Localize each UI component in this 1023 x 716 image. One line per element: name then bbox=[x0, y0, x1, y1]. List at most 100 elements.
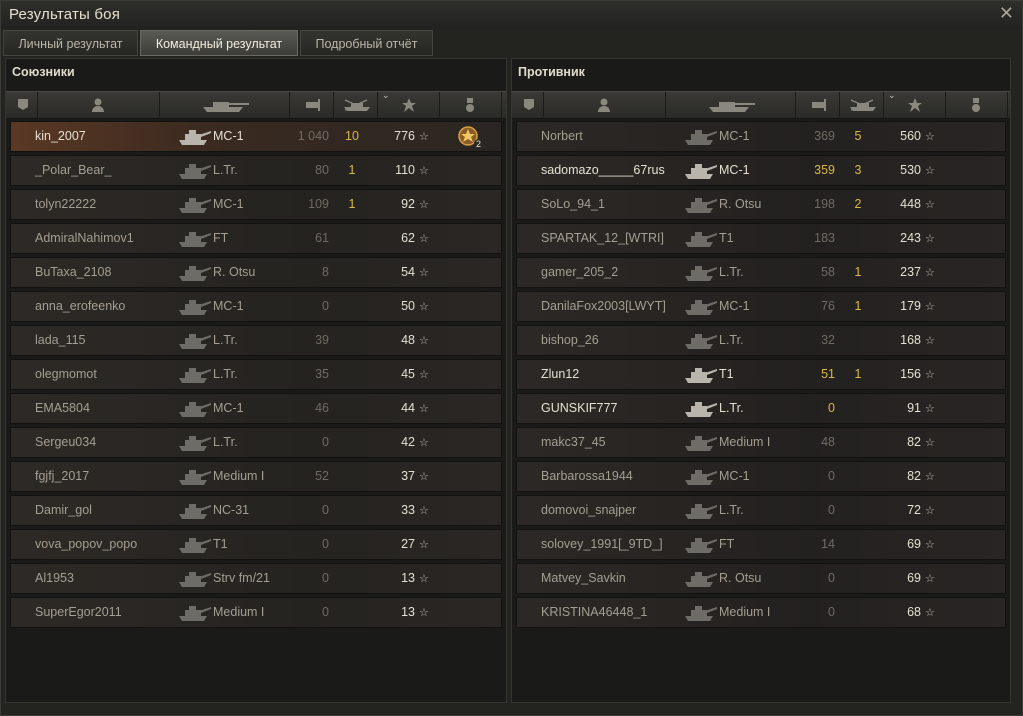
player-row[interactable]: gamer_205_2 L.Tr. 58 1 237 ☆ bbox=[516, 257, 1006, 288]
title-bar: Результаты боя ✕ bbox=[1, 1, 1022, 29]
tank-silhouette-icon bbox=[681, 329, 721, 358]
tank-name: L.Tr. bbox=[719, 503, 744, 517]
tank-name: MC-1 bbox=[213, 299, 244, 313]
damage-value: 51 bbox=[821, 367, 835, 381]
player-row[interactable]: DanilaFox2003[LWYT] MC-1 76 1 179 ☆ bbox=[516, 291, 1006, 322]
header-medal[interactable] bbox=[440, 92, 502, 118]
player-name: Norbert bbox=[541, 129, 583, 143]
player-row[interactable]: olegmomot L.Tr. 35 45 ☆ bbox=[10, 359, 502, 390]
xp-value: 62 bbox=[401, 231, 415, 245]
player-row[interactable]: SPARTAK_12_[WTRI] T1 183 243 ☆ bbox=[516, 223, 1006, 254]
player-row[interactable]: Sergeu034 L.Tr. 0 42 ☆ bbox=[10, 427, 502, 458]
xp-value: 110 bbox=[395, 163, 415, 177]
kills-value: 1 bbox=[854, 265, 862, 279]
player-row[interactable]: AdmiralNahimov1 FT 61 62 ☆ bbox=[10, 223, 502, 254]
header-tank[interactable] bbox=[666, 92, 796, 118]
header-xp[interactable]: ⌄ bbox=[378, 90, 440, 118]
player-row[interactable]: kin_2007 MC-1 1 040 10 776 ☆ 2 bbox=[10, 121, 502, 152]
star-icon: ☆ bbox=[419, 232, 429, 245]
header-kills[interactable] bbox=[840, 92, 884, 118]
tab-team-result[interactable]: Командный результат bbox=[140, 30, 298, 56]
xp-value: 72 bbox=[907, 503, 921, 517]
xp-value: 42 bbox=[401, 435, 415, 449]
tank-silhouette-icon bbox=[175, 227, 215, 256]
player-row[interactable]: BuTaxa_2108 R. Otsu 8 54 ☆ bbox=[10, 257, 502, 288]
xp-value: 54 bbox=[401, 265, 415, 279]
tank-name: MC-1 bbox=[213, 197, 244, 211]
player-row[interactable]: Zlun12 T1 51 1 156 ☆ bbox=[516, 359, 1006, 390]
player-name: solovey_1991[_9TD_] bbox=[541, 537, 663, 551]
tank-silhouette-icon bbox=[175, 601, 215, 630]
tank-silhouette-icon bbox=[175, 499, 215, 528]
kills-value bbox=[337, 530, 367, 559]
player-row[interactable]: _Polar_Bear_ L.Tr. 80 1 110 ☆ bbox=[10, 155, 502, 186]
player-name: GUNSKIF777 bbox=[541, 401, 618, 415]
player-row[interactable]: Barbarossa1944 MC-1 0 82 ☆ bbox=[516, 461, 1006, 492]
close-icon[interactable]: ✕ bbox=[999, 4, 1014, 24]
kills-value bbox=[337, 360, 367, 389]
tank-name: FT bbox=[719, 537, 735, 551]
enemies-panel: Противник ⌄ Norbert MC-1 369 5 560 ☆ sadomazo__… bbox=[511, 58, 1011, 703]
tank-name: T1 bbox=[719, 231, 734, 245]
player-row[interactable]: SuperEgor2011 Medium I 0 13 ☆ bbox=[10, 597, 502, 628]
header-squad[interactable] bbox=[516, 92, 544, 118]
medal-badge-icon[interactable]: 2 bbox=[457, 125, 483, 150]
player-row[interactable]: Al1953 Strv fm/21 0 13 ☆ bbox=[10, 563, 502, 594]
tank-silhouette-icon bbox=[175, 567, 215, 596]
tank-name: R. Otsu bbox=[719, 197, 762, 211]
player-row[interactable]: makc37_45 Medium I 48 82 ☆ bbox=[516, 427, 1006, 458]
damage-value: 8 bbox=[322, 265, 329, 279]
header-player[interactable] bbox=[38, 92, 160, 118]
star-icon: ☆ bbox=[419, 606, 429, 619]
player-row[interactable]: tolyn22222 MC-1 109 1 92 ☆ bbox=[10, 189, 502, 220]
tank-name: MC-1 bbox=[719, 163, 750, 177]
header-player[interactable] bbox=[544, 92, 666, 118]
player-row[interactable]: SoLo_94_1 R. Otsu 198 2 448 ☆ bbox=[516, 189, 1006, 220]
xp-value: 237 bbox=[900, 265, 921, 279]
player-row[interactable]: GUNSKIF777 L.Tr. 0 91 ☆ bbox=[516, 393, 1006, 424]
player-row[interactable]: EMA5804 MC-1 46 44 ☆ bbox=[10, 393, 502, 424]
player-row[interactable]: vova_popov_popo T1 0 27 ☆ bbox=[10, 529, 502, 560]
player-row[interactable]: KRISTINA46448_1 Medium I 0 68 ☆ bbox=[516, 597, 1006, 628]
xp-value: 156 bbox=[900, 367, 921, 381]
kills-value bbox=[337, 394, 367, 423]
player-row[interactable]: fgjfj_2017 Medium I 52 37 ☆ bbox=[10, 461, 502, 492]
player-row[interactable]: solovey_1991[_9TD_] FT 14 69 ☆ bbox=[516, 529, 1006, 560]
star-icon: ☆ bbox=[419, 130, 429, 143]
tab-personal-result[interactable]: Личный результат bbox=[3, 30, 138, 56]
header-medal[interactable] bbox=[946, 92, 1008, 118]
header-tank[interactable] bbox=[160, 92, 290, 118]
tank-name: L.Tr. bbox=[719, 333, 744, 347]
player-name: AdmiralNahimov1 bbox=[35, 231, 134, 245]
tank-silhouette-icon bbox=[681, 363, 721, 392]
header-kills[interactable] bbox=[334, 92, 378, 118]
player-row[interactable]: domovoi_snajper L.Tr. 0 72 ☆ bbox=[516, 495, 1006, 526]
tank-name: Medium I bbox=[719, 435, 771, 449]
tab-detailed-report[interactable]: Подробный отчёт bbox=[300, 30, 433, 56]
player-name: Sergeu034 bbox=[35, 435, 97, 449]
header-xp[interactable]: ⌄ bbox=[884, 90, 946, 118]
xp-value: 50 bbox=[401, 299, 415, 313]
header-squad[interactable] bbox=[10, 92, 38, 118]
header-dmg[interactable] bbox=[796, 92, 840, 118]
player-row[interactable]: lada_115 L.Tr. 39 48 ☆ bbox=[10, 325, 502, 356]
player-row[interactable]: anna_erofeenko MC-1 0 50 ☆ bbox=[10, 291, 502, 322]
player-name: vova_popov_popo bbox=[35, 537, 138, 551]
player-row[interactable]: Norbert MC-1 369 5 560 ☆ bbox=[516, 121, 1006, 152]
star-icon: ☆ bbox=[419, 334, 429, 347]
allies-title: Союзники bbox=[12, 65, 75, 79]
player-row[interactable]: Matvey_Savkin R. Otsu 0 69 ☆ bbox=[516, 563, 1006, 594]
kills-value bbox=[337, 224, 367, 253]
tank-silhouette-icon bbox=[681, 193, 721, 222]
player-name: kin_2007 bbox=[35, 129, 86, 143]
tank-name: NC-31 bbox=[213, 503, 250, 517]
player-row[interactable]: bishop_26 L.Tr. 32 168 ☆ bbox=[516, 325, 1006, 356]
enemies-title: Противник bbox=[518, 65, 585, 79]
star-icon: ☆ bbox=[925, 164, 935, 177]
tank-silhouette-icon bbox=[175, 431, 215, 460]
kills-value bbox=[337, 292, 367, 321]
header-dmg[interactable] bbox=[290, 92, 334, 118]
player-row[interactable]: Damir_gol NC-31 0 33 ☆ bbox=[10, 495, 502, 526]
player-row[interactable]: sadomazo_____67rus MC-1 359 3 530 ☆ bbox=[516, 155, 1006, 186]
column-header: ⌄ bbox=[6, 90, 506, 119]
